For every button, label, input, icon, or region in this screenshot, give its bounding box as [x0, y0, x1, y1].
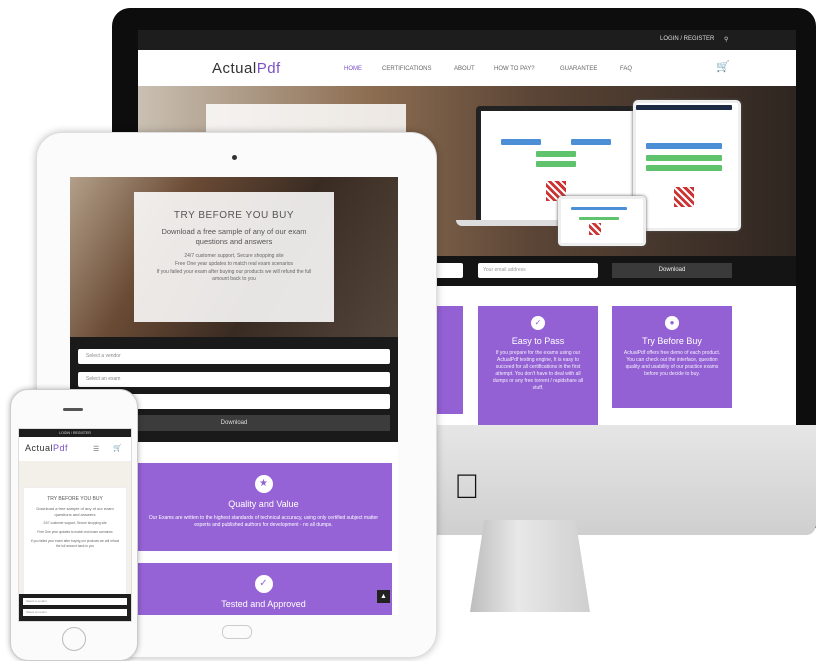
phone-mockup [558, 196, 646, 246]
phone-screen: LOGIN / REGISTER ActualPdf ☰ 🛒 TRY BEFOR… [18, 428, 132, 622]
card-text: If you prepare for the exams using our A… [492, 350, 584, 391]
cart-icon[interactable]: 🛒 [716, 60, 730, 73]
phone-navbar: ActualPdf ☰ 🛒 [19, 437, 131, 462]
card-title: Quality and Value [228, 499, 299, 509]
tablet-card-tested: ✓ Tested and Approved [135, 563, 392, 615]
desktop-logo[interactable]: ActualPdf [212, 60, 281, 77]
apple-logo-icon:  [454, 470, 480, 504]
desktop-top-strip: LOGIN / REGISTER ⚲ [138, 30, 796, 50]
tablet-hero-subtitle: Download a free sample of any of our exa… [161, 227, 307, 246]
nav-certifications[interactable]: CERTIFICATIONS [382, 66, 431, 72]
cart-icon[interactable]: 🛒 [113, 444, 122, 452]
phone-hero-bullet: 24/7 customer support, Secure shopping s… [43, 521, 107, 525]
tablet-hero: TRY BEFORE YOU BUY Download a free sampl… [70, 177, 398, 337]
tablet-hero-title: TRY BEFORE YOU BUY [173, 210, 295, 221]
tablet-hero-bullet: Free One year updates to match real exam… [174, 261, 294, 267]
desktop-download-button[interactable]: Download [612, 263, 732, 278]
tablet-vendor-select[interactable]: Select a vendor [78, 349, 390, 364]
desktop-email-field[interactable]: Your email address [478, 263, 598, 278]
nav-home[interactable]: HOME [344, 66, 362, 72]
nav-how-to-pay[interactable]: HOW TO PAY? [494, 66, 535, 72]
thumbs-up-icon: ✓ [254, 575, 273, 593]
eye-icon: ● [665, 316, 679, 330]
phone-hero-box: TRY BEFORE YOU BUY Download a free sampl… [23, 487, 127, 601]
iphone-home-button [62, 627, 86, 651]
tablet-hero-box: TRY BEFORE YOU BUY Download a free sampl… [134, 192, 334, 322]
search-icon[interactable]: ⚲ [724, 36, 728, 43]
card-title: Try Before Buy [642, 336, 702, 346]
desktop-navbar: ActualPdf HOME CERTIFICATIONS ABOUT HOW … [138, 50, 796, 87]
tablet-card-quality: ★ Quality and Value Our Exams are writte… [135, 463, 392, 551]
iphone-speaker [63, 408, 83, 411]
phone-hero-bullet: If you failed your exam after buying our… [30, 539, 120, 548]
scroll-top-icon[interactable]: ▲ [377, 590, 390, 603]
nav-about[interactable]: ABOUT [454, 66, 475, 72]
phone-logo[interactable]: ActualPdf [25, 443, 68, 453]
phone-hero: TRY BEFORE YOU BUY Download a free sampl… [19, 461, 131, 601]
ipad-home-button [222, 625, 252, 639]
star-icon: ★ [254, 475, 273, 493]
tablet-mockup [633, 100, 741, 231]
card-title: Easy to Pass [511, 336, 565, 346]
phone-hero-subtitle: Download a free sample of any of our exa… [36, 506, 114, 517]
desktop-card-easy-to-pass: ✓ Easy to Pass If you prepare for the ex… [478, 306, 598, 425]
phone-exam-select[interactable]: Select an exam [23, 609, 127, 616]
desktop-card-try-before-buy: ● Try Before Buy ActualPdf offers free d… [612, 306, 732, 408]
card-title: Tested and Approved [221, 599, 306, 609]
phone-hero-bullet: Free One year updates to match real exam… [37, 530, 113, 534]
tablet-exam-select[interactable]: Select an exam [78, 372, 390, 387]
menu-icon[interactable]: ☰ [93, 445, 99, 453]
ipad-camera [232, 155, 237, 160]
check-icon: ✓ [531, 316, 545, 330]
tablet-hero-bullet: 24/7 customer support, Secure shopping s… [184, 253, 284, 259]
card-text: ActualPdf offers free demo of each produ… [623, 350, 721, 377]
nav-guarantee[interactable]: GUARANTEE [560, 66, 597, 72]
desktop-login-link[interactable]: LOGIN / REGISTER [660, 36, 714, 42]
phone-vendor-select[interactable]: Select a vendor [23, 598, 127, 605]
nav-faq[interactable]: FAQ [620, 66, 632, 72]
tablet-hero-bullet: If you failed your exam after buying our… [156, 269, 312, 282]
phone-hero-title: TRY BEFORE YOU BUY [47, 496, 103, 502]
card-text: Our Exams are written to the highest sta… [148, 515, 379, 528]
phone-login-link[interactable]: LOGIN / REGISTER [19, 429, 131, 437]
imac-stand [470, 520, 590, 612]
phone-download-form: Select a vendor Select an exam [19, 594, 131, 621]
